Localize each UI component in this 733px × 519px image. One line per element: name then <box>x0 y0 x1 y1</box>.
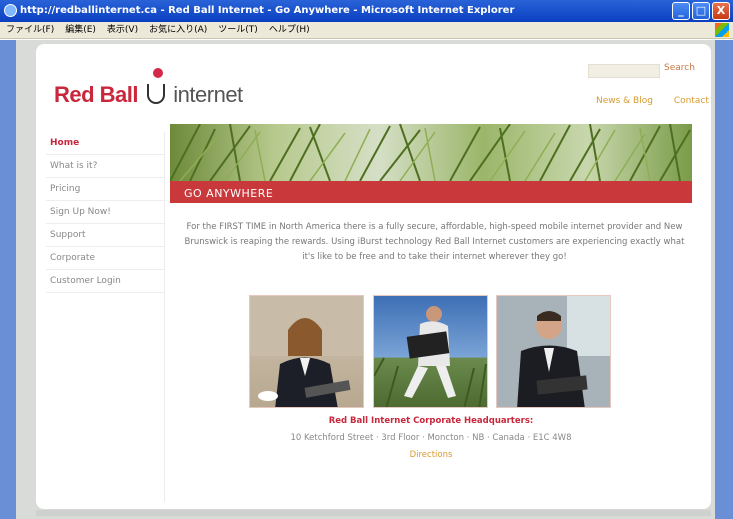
web-page: Red Ball internet Search News & Blog Con… <box>36 44 711 509</box>
windows-logo-icon <box>715 23 729 37</box>
close-button[interactable]: X <box>712 2 730 20</box>
nav-item-pricing[interactable]: Pricing <box>46 178 164 201</box>
photo-businesswoman-laptop <box>249 295 364 408</box>
menu-bar: ファイル(F) 編集(E) 表示(V) お気に入り(A) ツール(T) ヘルプ(… <box>0 22 733 39</box>
directions-link[interactable]: Directions <box>170 450 692 460</box>
menu-favorites[interactable]: お気に入り(A) <box>149 22 207 38</box>
search-input[interactable] <box>588 64 660 78</box>
menu-view[interactable]: 表示(V) <box>107 22 138 38</box>
logo-red-text: Red Ball <box>54 82 139 107</box>
photo-man-laptop-car <box>496 295 611 408</box>
window-left-frame <box>0 40 16 519</box>
menu-file[interactable]: ファイル(F) <box>6 22 54 38</box>
hq-title: Red Ball Internet Corporate Headquarters… <box>328 416 534 426</box>
menu-edit[interactable]: 編集(E) <box>65 22 96 38</box>
menu-help[interactable]: ヘルプ(H) <box>269 22 310 38</box>
news-blog-link[interactable]: News & Blog <box>596 96 653 106</box>
menu-tools[interactable]: ツール(T) <box>218 22 258 38</box>
nav-item-support[interactable]: Support <box>46 224 164 247</box>
runner-figure-icon <box>145 68 167 106</box>
ie-icon <box>4 4 17 17</box>
nav-item-customer-login[interactable]: Customer Login <box>46 270 164 293</box>
window-titlebar: http://redballinternet.ca - Red Ball Int… <box>0 0 733 22</box>
nav-item-sign-up[interactable]: Sign Up Now! <box>46 201 164 224</box>
maximize-button[interactable]: □ <box>692 2 710 20</box>
minimize-button[interactable]: _ <box>672 2 690 20</box>
top-links: News & Blog Contact Us <box>596 96 711 106</box>
nav-item-home[interactable]: Home <box>46 132 164 155</box>
browser-viewport: Red Ball internet Search News & Blog Con… <box>16 40 715 519</box>
nav-item-corporate[interactable]: Corporate <box>46 247 164 270</box>
window-title: http://redballinternet.ca - Red Ball Int… <box>20 5 515 16</box>
nav-item-what-is-it[interactable]: What is it? <box>46 155 164 178</box>
grass-blades <box>170 124 691 181</box>
logo-gray-text: internet <box>173 82 243 107</box>
page-bottom-shadow <box>36 510 711 516</box>
search-button[interactable]: Search <box>664 63 695 73</box>
main-nav: Home What is it? Pricing Sign Up Now! Su… <box>46 132 165 502</box>
photo-man-laptop-grass <box>373 295 488 408</box>
section-header-bar: GO ANYWHERE <box>170 181 692 203</box>
hq-address: 10 Ketchford Street · 3rd Floor · Moncto… <box>290 433 572 443</box>
site-logo[interactable]: Red Ball internet <box>54 68 243 108</box>
intro-paragraph: For the FIRST TIME in North America ther… <box>184 222 685 262</box>
section-title: GO ANYWHERE <box>184 187 274 200</box>
window-right-frame <box>715 40 733 519</box>
contact-us-link[interactable]: Contact Us <box>674 96 711 106</box>
grass-banner-image <box>170 124 692 181</box>
